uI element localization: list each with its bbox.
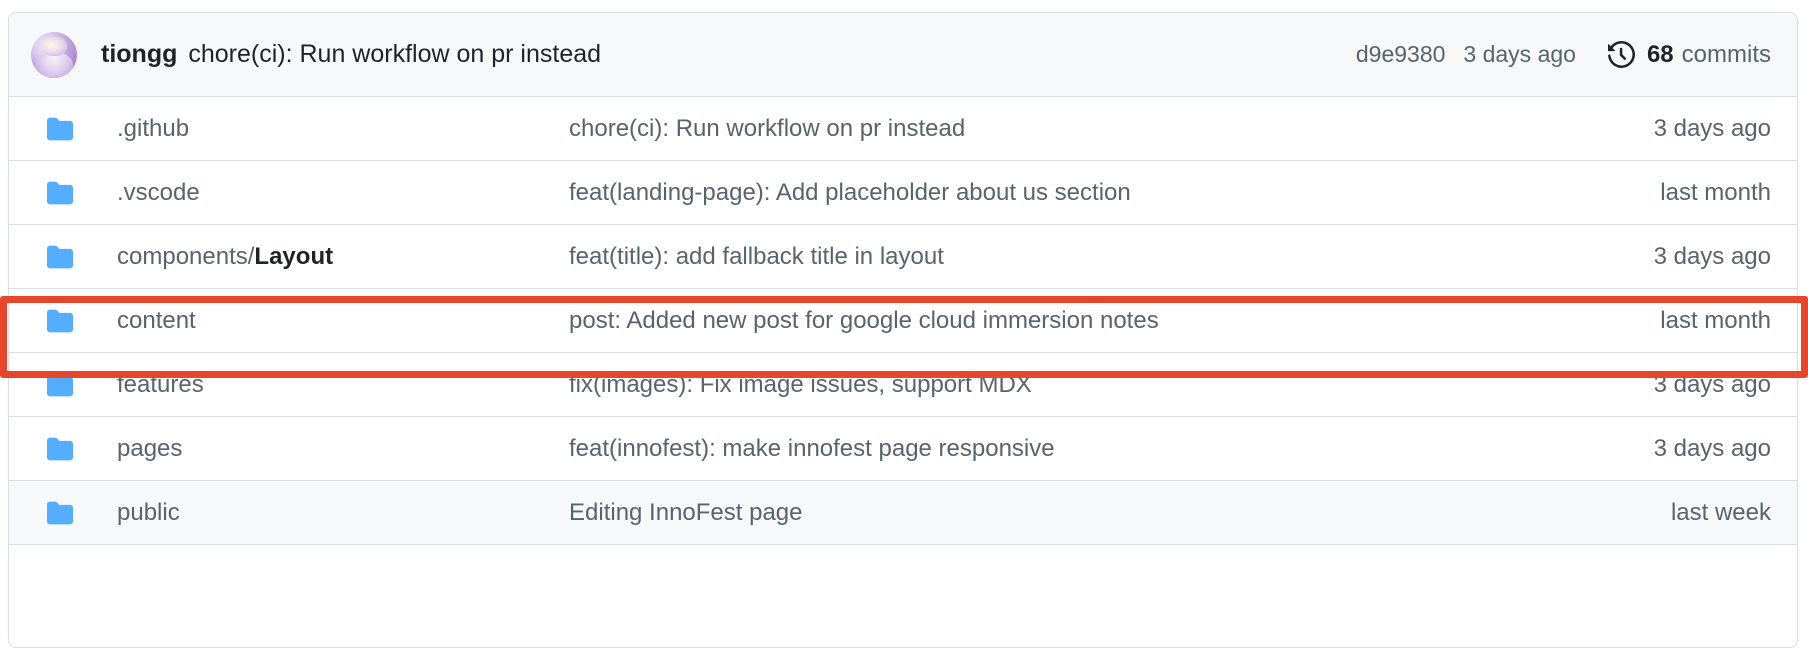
table-row[interactable]: components/Layout feat(title): add fallb…	[9, 225, 1797, 289]
table-row[interactable]: pages feat(innofest): make innofest page…	[9, 417, 1797, 481]
commit-meta: d9e9380 3 days ago 68 commits	[1356, 41, 1771, 69]
table-row[interactable]: content post: Added new post for google …	[9, 289, 1797, 353]
file-name-prefix: .github	[117, 114, 190, 142]
commit-author[interactable]: tiongg	[101, 40, 177, 69]
table-row[interactable]: .github chore(ci): Run workflow on pr in…	[9, 97, 1797, 161]
file-name[interactable]: content	[117, 307, 569, 335]
history-icon	[1607, 41, 1635, 68]
commits-label: commits	[1681, 40, 1771, 68]
repository-file-browser: tiongg chore(ci): Run workflow on pr ins…	[8, 12, 1798, 648]
commit-sha[interactable]: d9e9380	[1356, 41, 1446, 68]
row-commit-age: last month	[1660, 178, 1771, 206]
file-name[interactable]: components/Layout	[117, 243, 569, 271]
file-name[interactable]: public	[117, 499, 569, 527]
file-name-prefix: features	[117, 370, 204, 398]
row-commit-age: last month	[1660, 306, 1771, 334]
folder-icon	[47, 437, 73, 460]
file-name-prefix: pages	[117, 434, 183, 462]
row-commit-message[interactable]: feat(landing-page): Add placeholder abou…	[569, 179, 1636, 207]
row-commit-message[interactable]: fix(images): Fix image issues, support M…	[569, 371, 1630, 399]
file-name-prefix: components/	[117, 242, 255, 270]
file-name-prefix: public	[117, 498, 180, 526]
file-name-prefix: content	[117, 306, 196, 334]
commit-age: 3 days ago	[1463, 41, 1576, 67]
folder-icon	[47, 181, 73, 204]
row-commit-message[interactable]: feat(innofest): make innofest page respo…	[569, 435, 1630, 463]
row-commit-age: last week	[1670, 498, 1771, 526]
folder-icon	[47, 501, 73, 524]
folder-icon	[47, 373, 73, 396]
row-commit-message[interactable]: feat(title): add fallback title in layou…	[569, 243, 1630, 271]
row-commit-age: 3 days ago	[1653, 434, 1771, 462]
commits-link[interactable]: 68 commits	[1607, 40, 1771, 69]
table-row[interactable]: .vscode feat(landing-page): Add placehol…	[9, 161, 1797, 225]
row-commit-age: 3 days ago	[1653, 114, 1771, 142]
file-name-leaf: Layout	[254, 242, 334, 270]
file-name[interactable]: .vscode	[117, 179, 569, 207]
row-commit-message[interactable]: chore(ci): Run workflow on pr instead	[569, 115, 1630, 143]
file-name[interactable]: pages	[117, 435, 569, 463]
row-commit-age: 3 days ago	[1653, 370, 1771, 398]
folder-icon	[47, 117, 73, 140]
folder-icon	[47, 245, 73, 268]
folder-icon	[47, 309, 73, 332]
file-name-prefix: .vscode	[117, 178, 200, 206]
latest-commit-message[interactable]: chore(ci): Run workflow on pr instead	[188, 40, 601, 69]
latest-commit-header: tiongg chore(ci): Run workflow on pr ins…	[9, 13, 1797, 97]
file-name[interactable]: features	[117, 371, 569, 399]
file-name[interactable]: .github	[117, 115, 569, 143]
row-commit-age: 3 days ago	[1653, 242, 1771, 270]
table-row[interactable]: features fix(images): Fix image issues, …	[9, 353, 1797, 417]
table-row[interactable]: public Editing InnoFest page last week	[9, 481, 1797, 545]
avatar[interactable]	[31, 31, 77, 78]
row-commit-message[interactable]: Editing InnoFest page	[569, 499, 1647, 527]
commits-count: 68	[1646, 40, 1674, 68]
row-commit-message[interactable]: post: Added new post for google cloud im…	[569, 307, 1636, 335]
